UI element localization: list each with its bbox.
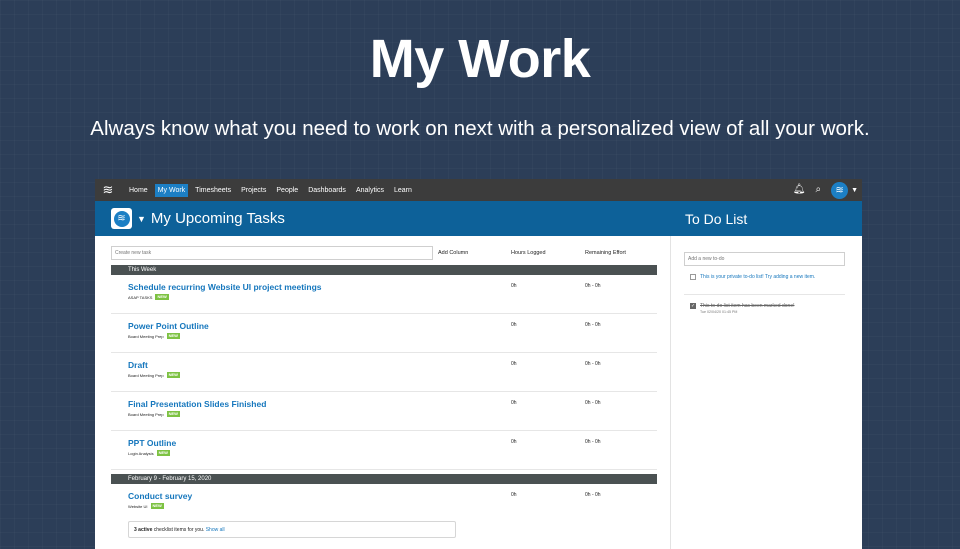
task-row[interactable]: PPT Outline Login Analysis NEW 0h 0h - 0h [111, 431, 657, 470]
task-list-panel: Add Column Hours Logged Remaining Effort… [111, 246, 657, 546]
task-title[interactable]: Draft [128, 360, 148, 370]
checklist-count: 3 active [134, 527, 153, 533]
task-row[interactable]: Conduct survey Website UI NEW 0h 0h - 0h 3 ac… [111, 484, 657, 546]
panel-divider [670, 236, 671, 549]
todo-text[interactable]: This is your private to-do list! Try add… [696, 274, 845, 281]
nav-item-projects[interactable]: Projects [238, 184, 269, 197]
nav-item-learn[interactable]: Learn [391, 184, 415, 197]
wavy-lines-logo-icon[interactable]: ≋ [100, 182, 116, 198]
todo-item: This is your private to-do list! Try add… [684, 274, 845, 287]
todo-divider [684, 294, 845, 295]
task-title[interactable]: Power Point Outline [128, 321, 209, 331]
nav-item-people[interactable]: People [273, 184, 301, 197]
page-title: My Upcoming Tasks [150, 210, 285, 227]
task-row[interactable]: Power Point Outline Board Meeting Prep NEW… [111, 314, 657, 353]
top-navigation: ≋ Home My Work Timesheets Projects People Das… [95, 179, 862, 201]
task-project[interactable]: Website UI [128, 504, 148, 509]
task-title[interactable]: Schedule recurring Website UI project me… [128, 282, 322, 292]
checklist-summary: 3 active checklist items for you. Show a… [128, 521, 456, 538]
status-badge: NEW [150, 503, 164, 509]
project-icon[interactable]: ≋ [111, 208, 132, 229]
task-hours: 0h [511, 361, 517, 367]
show-all-link[interactable]: Show all [206, 527, 225, 533]
task-row[interactable]: Schedule recurring Website UI project me… [111, 275, 657, 314]
task-hours: 0h [511, 439, 517, 445]
status-badge: NEW [156, 450, 170, 456]
bell-icon[interactable]: 🔔︎ [793, 185, 806, 195]
task-title[interactable]: Conduct survey [128, 491, 192, 501]
hero-title: My Work [369, 29, 591, 89]
task-effort: 0h - 0h [585, 283, 601, 289]
task-effort: 0h - 0h [585, 400, 601, 406]
task-row[interactable]: Final Presentation Slides Finished Board … [111, 392, 657, 431]
column-header-hours[interactable]: Hours Logged [511, 250, 546, 256]
todo-item: ✓ This to-do list item has been marked do… [684, 303, 845, 316]
add-todo-input[interactable] [684, 252, 845, 266]
page-header: ≋ ▼ My Upcoming Tasks To Do List [95, 201, 862, 236]
add-column-button[interactable]: Add Column [438, 250, 468, 256]
todo-panel: This is your private to-do list! Try add… [684, 247, 845, 316]
task-effort: 0h - 0h [585, 322, 601, 328]
todo-checkbox[interactable] [690, 274, 696, 280]
todo-text[interactable]: This to-do list item has been marked don… [696, 303, 845, 310]
nav-item-analytics[interactable]: Analytics [353, 184, 387, 197]
search-icon[interactable]: ⌕ [815, 185, 821, 195]
status-badge: NEW [166, 372, 180, 378]
create-task-input[interactable] [111, 246, 433, 260]
task-hours: 0h [511, 492, 517, 498]
task-effort: 0h - 0h [585, 439, 601, 445]
nav-item-home[interactable]: Home [126, 184, 151, 197]
column-header-effort[interactable]: Remaining Effort [585, 250, 626, 256]
todo-checkbox[interactable]: ✓ [690, 303, 696, 309]
section-header: This Week [111, 265, 657, 275]
avatar[interactable]: ≋ [831, 181, 849, 199]
task-project[interactable]: ASAP TASKS [128, 295, 152, 300]
hero-subtitle: Always know what you need to work on nex… [90, 117, 870, 140]
nav-item-timesheets[interactable]: Timesheets [192, 184, 234, 197]
task-effort: 0h - 0h [585, 492, 601, 498]
task-hours: 0h [511, 400, 517, 406]
app-window: ≋ Home My Work Timesheets Projects People Das… [95, 179, 862, 549]
todo-list-title: To Do List [685, 211, 748, 227]
task-project[interactable]: Board Meeting Prep [128, 373, 164, 378]
task-row[interactable]: Draft Board Meeting Prep NEW 0h 0h - 0h [111, 353, 657, 392]
task-project[interactable]: Login Analysis [128, 451, 154, 456]
task-effort: 0h - 0h [585, 361, 601, 367]
section-header: February 9 - February 15, 2020 [111, 474, 657, 484]
nav-item-my-work[interactable]: My Work [154, 183, 189, 197]
nav-item-dashboards[interactable]: Dashboards [305, 184, 349, 197]
caret-down-icon[interactable]: ▼ [851, 187, 858, 194]
caret-down-icon[interactable]: ▼ [137, 214, 146, 224]
status-badge: NEW [166, 333, 180, 339]
todo-date: Tue 02/04/20 01:45 PM [700, 310, 738, 314]
task-title[interactable]: PPT Outline [128, 438, 176, 448]
status-badge: NEW [166, 411, 180, 417]
task-title[interactable]: Final Presentation Slides Finished [128, 399, 266, 409]
wavy-lines-icon: ≋ [113, 210, 130, 227]
task-hours: 0h [511, 283, 517, 289]
task-project[interactable]: Board Meeting Prep [128, 334, 164, 339]
task-project[interactable]: Board Meeting Prep [128, 412, 164, 417]
status-badge: NEW [155, 294, 169, 300]
checklist-text: checklist items for you. [152, 527, 206, 533]
task-hours: 0h [511, 322, 517, 328]
